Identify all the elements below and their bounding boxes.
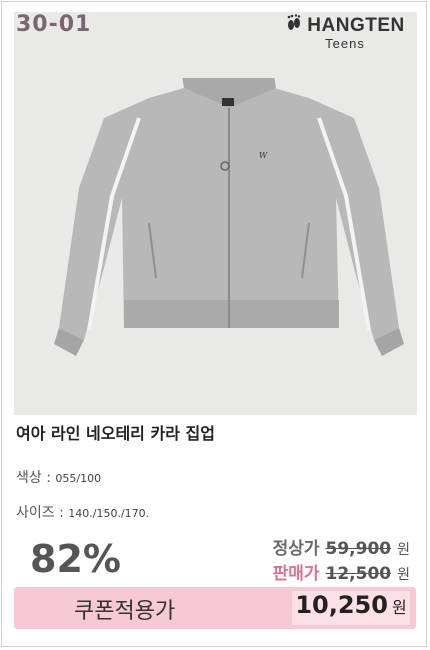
footprint-icon <box>285 14 303 38</box>
product-card[interactable]: W 30-01 HANGTEN Teens 여아 라인 네오테리 카라 집업 색… <box>1 1 427 647</box>
coupon-currency: 원 <box>391 598 407 617</box>
size-label: 사이즈 : <box>16 505 64 521</box>
coupon-price: 10,250 <box>295 591 388 619</box>
color-label: 색상 : <box>16 470 51 486</box>
sale-price-row: 판매가 12,500 원 <box>273 559 410 584</box>
normal-price-value: 59,900 <box>325 539 392 559</box>
discount-rate: 82% <box>30 537 121 581</box>
sale-price-label: 판매가 <box>272 564 320 584</box>
coupon-label: 쿠폰적용가 <box>74 599 176 624</box>
size-row: 사이즈 : 140./150./170. <box>16 502 149 522</box>
normal-price-label: 정상가 <box>272 539 320 559</box>
normal-price-currency: 원 <box>397 542 410 558</box>
coupon-bar[interactable]: 쿠폰적용가 10,250 원 <box>14 587 416 629</box>
product-code: 30-01 <box>16 12 92 37</box>
product-image[interactable]: W <box>14 12 417 415</box>
color-row: 색상 : 055/100 <box>16 467 101 487</box>
normal-price-row: 정상가 59,900 원 <box>273 534 410 559</box>
svg-text:W: W <box>259 151 268 160</box>
color-value: 055/100 <box>55 472 102 485</box>
product-title[interactable]: 여아 라인 네오테리 카라 집업 <box>16 420 215 444</box>
brand-name: HANGTEN <box>307 15 405 36</box>
sale-price-value: 12,500 <box>325 564 392 584</box>
brand-logo: HANGTEN Teens <box>286 14 404 51</box>
coupon-price-box: 10,250 원 <box>292 591 410 625</box>
sale-price-currency: 원 <box>397 567 410 583</box>
size-value: 140./150./170. <box>68 507 150 520</box>
brand-sub: Teens <box>325 36 365 51</box>
jacket-illustration: W <box>54 78 404 356</box>
